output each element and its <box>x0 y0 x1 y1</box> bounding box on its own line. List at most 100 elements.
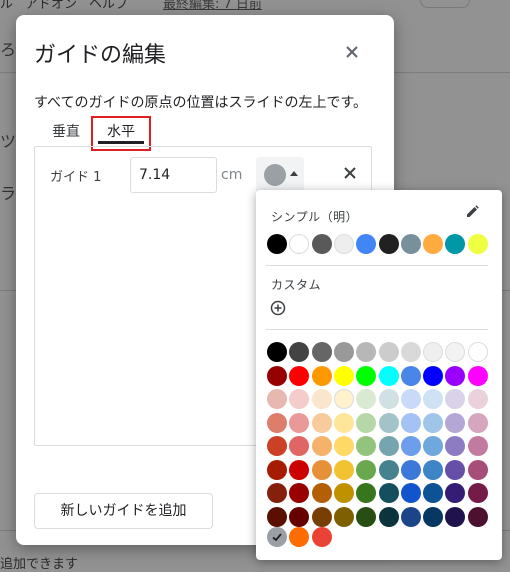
palette-color-swatch[interactable] <box>468 342 488 362</box>
theme-color-swatch[interactable] <box>312 234 332 254</box>
palette-color-swatch[interactable] <box>401 389 421 409</box>
palette-color-swatch[interactable] <box>267 507 287 527</box>
palette-color-swatch[interactable] <box>267 366 287 386</box>
palette-color-swatch[interactable] <box>356 460 376 480</box>
custom-color-swatch[interactable] <box>267 527 287 547</box>
palette-color-swatch[interactable] <box>468 413 488 433</box>
palette-color-swatch[interactable] <box>445 366 465 386</box>
palette-color-swatch[interactable] <box>356 436 376 456</box>
palette-color-swatch[interactable] <box>334 483 354 503</box>
theme-color-swatch[interactable] <box>401 234 421 254</box>
palette-color-swatch[interactable] <box>334 460 354 480</box>
palette-color-swatch[interactable] <box>289 460 309 480</box>
menu-item-addons[interactable]: アドオン <box>25 0 77 12</box>
last-edit-link[interactable]: 最終編集: 7 日前 <box>163 0 262 11</box>
palette-color-swatch[interactable] <box>401 366 421 386</box>
palette-color-swatch[interactable] <box>356 342 376 362</box>
palette-color-swatch[interactable] <box>289 483 309 503</box>
palette-color-swatch[interactable] <box>334 507 354 527</box>
palette-color-swatch[interactable] <box>267 389 287 409</box>
theme-color-swatch[interactable] <box>423 234 443 254</box>
palette-color-swatch[interactable] <box>468 389 488 409</box>
palette-color-swatch[interactable] <box>401 507 421 527</box>
palette-color-swatch[interactable] <box>379 389 399 409</box>
theme-color-swatch[interactable] <box>267 234 287 254</box>
palette-color-swatch[interactable] <box>334 436 354 456</box>
theme-color-swatch[interactable] <box>379 234 399 254</box>
menu-item[interactable]: ル <box>0 0 13 12</box>
palette-color-swatch[interactable] <box>401 483 421 503</box>
palette-color-swatch[interactable] <box>423 342 443 362</box>
palette-color-swatch[interactable] <box>267 483 287 503</box>
palette-color-swatch[interactable] <box>423 389 443 409</box>
palette-color-swatch[interactable] <box>312 436 332 456</box>
palette-color-swatch[interactable] <box>312 342 332 362</box>
add-guide-button[interactable]: 新しいガイドを追加 <box>34 493 213 529</box>
palette-color-swatch[interactable] <box>312 366 332 386</box>
palette-color-swatch[interactable] <box>334 389 354 409</box>
palette-color-swatch[interactable] <box>468 507 488 527</box>
palette-color-swatch[interactable] <box>356 483 376 503</box>
palette-color-swatch[interactable] <box>445 413 465 433</box>
palette-color-swatch[interactable] <box>423 507 443 527</box>
theme-color-swatch[interactable] <box>356 234 376 254</box>
guide-color-button[interactable] <box>256 157 304 193</box>
palette-color-swatch[interactable] <box>445 389 465 409</box>
palette-color-swatch[interactable] <box>289 389 309 409</box>
palette-color-swatch[interactable] <box>423 483 443 503</box>
palette-color-swatch[interactable] <box>445 460 465 480</box>
palette-color-swatch[interactable] <box>289 436 309 456</box>
palette-color-swatch[interactable] <box>401 342 421 362</box>
palette-color-swatch[interactable] <box>445 483 465 503</box>
palette-color-swatch[interactable] <box>401 436 421 456</box>
palette-color-swatch[interactable] <box>334 342 354 362</box>
palette-color-swatch[interactable] <box>445 436 465 456</box>
theme-color-swatch[interactable] <box>334 234 354 254</box>
palette-color-swatch[interactable] <box>356 507 376 527</box>
palette-color-swatch[interactable] <box>356 413 376 433</box>
palette-color-swatch[interactable] <box>267 342 287 362</box>
palette-color-swatch[interactable] <box>468 460 488 480</box>
palette-color-swatch[interactable] <box>401 460 421 480</box>
custom-color-swatch[interactable] <box>312 527 332 547</box>
palette-color-swatch[interactable] <box>312 507 332 527</box>
palette-color-swatch[interactable] <box>379 483 399 503</box>
palette-color-swatch[interactable] <box>445 342 465 362</box>
palette-color-swatch[interactable] <box>379 342 399 362</box>
custom-color-swatch[interactable] <box>289 527 309 547</box>
theme-color-swatch[interactable] <box>445 234 465 254</box>
palette-color-swatch[interactable] <box>401 413 421 433</box>
menu-item-help[interactable]: ヘルプ <box>89 0 128 12</box>
palette-color-swatch[interactable] <box>312 483 332 503</box>
palette-color-swatch[interactable] <box>379 460 399 480</box>
palette-color-swatch[interactable] <box>267 436 287 456</box>
palette-color-swatch[interactable] <box>423 413 443 433</box>
palette-color-swatch[interactable] <box>334 366 354 386</box>
palette-color-swatch[interactable] <box>356 389 376 409</box>
palette-color-swatch[interactable] <box>312 389 332 409</box>
palette-color-swatch[interactable] <box>468 366 488 386</box>
palette-color-swatch[interactable] <box>289 507 309 527</box>
palette-color-swatch[interactable] <box>267 413 287 433</box>
palette-color-swatch[interactable] <box>312 413 332 433</box>
palette-color-swatch[interactable] <box>379 413 399 433</box>
palette-color-swatch[interactable] <box>356 366 376 386</box>
palette-color-swatch[interactable] <box>445 507 465 527</box>
remove-guide-icon[interactable] <box>342 165 358 181</box>
theme-color-swatch[interactable] <box>289 234 309 254</box>
palette-color-swatch[interactable] <box>289 342 309 362</box>
palette-color-swatch[interactable] <box>289 413 309 433</box>
theme-color-swatch[interactable] <box>468 234 488 254</box>
palette-color-swatch[interactable] <box>334 413 354 433</box>
palette-color-swatch[interactable] <box>379 507 399 527</box>
guide-position-input[interactable]: 7.14 <box>130 157 217 193</box>
palette-color-swatch[interactable] <box>379 436 399 456</box>
palette-color-swatch[interactable] <box>289 366 309 386</box>
palette-color-swatch[interactable] <box>267 460 287 480</box>
tab-vertical[interactable]: 垂直 <box>52 121 80 141</box>
palette-color-swatch[interactable] <box>423 366 443 386</box>
palette-color-swatch[interactable] <box>423 460 443 480</box>
palette-color-swatch[interactable] <box>379 366 399 386</box>
palette-color-swatch[interactable] <box>468 483 488 503</box>
palette-color-swatch[interactable] <box>312 460 332 480</box>
